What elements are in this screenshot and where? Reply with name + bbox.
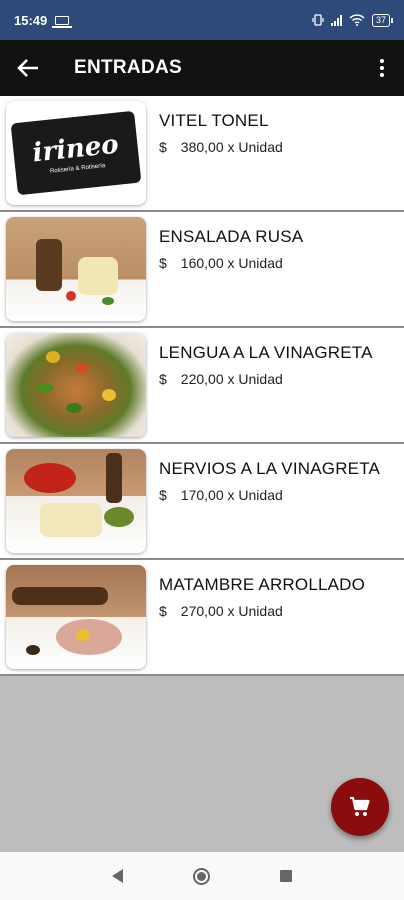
product-item[interactable]: ENSALADA RUSA $160,00 x Unidad xyxy=(0,212,404,328)
currency-symbol: $ xyxy=(159,603,167,619)
product-item[interactable]: MATAMBRE ARROLLADO $270,00 x Unidad xyxy=(0,560,404,676)
product-info: MATAMBRE ARROLLADO $270,00 x Unidad xyxy=(159,565,365,619)
logo-name: irineo xyxy=(31,129,121,169)
product-item[interactable]: LENGUA A LA VINAGRETA $220,00 x Unidad xyxy=(0,328,404,444)
overflow-menu-button[interactable] xyxy=(360,40,404,96)
status-time: 15:49 xyxy=(14,12,48,28)
product-name: MATAMBRE ARROLLADO xyxy=(159,575,366,594)
signal-icon xyxy=(330,14,342,26)
price-value: 270,00 x Unidad xyxy=(180,603,283,619)
battery-icon: 37 xyxy=(371,13,394,27)
currency-symbol: $ xyxy=(159,255,167,271)
app-bar: ENTRADAS xyxy=(0,40,404,96)
currency-symbol: $ xyxy=(159,371,167,387)
product-image-ensalada-rusa xyxy=(6,217,146,321)
system-nav-bar xyxy=(0,852,404,900)
product-price: $380,00 x Unidad xyxy=(159,139,283,155)
product-info: NERVIOS A LA VINAGRETA $170,00 x Unidad xyxy=(159,449,380,503)
product-image-irineo-logo: irineo Rotisería & Rotisería xyxy=(6,101,146,205)
product-price: $170,00 x Unidad xyxy=(159,487,380,503)
product-item[interactable]: irineo Rotisería & Rotisería VITEL TONEL… xyxy=(0,96,404,212)
nav-back-icon[interactable] xyxy=(112,869,123,883)
product-image-lengua xyxy=(6,333,146,437)
product-name: NERVIOS A LA VINAGRETA xyxy=(159,459,381,478)
price-value: 380,00 x Unidad xyxy=(180,139,283,155)
product-info: LENGUA A LA VINAGRETA $220,00 x Unidad xyxy=(159,333,373,387)
product-price: $220,00 x Unidad xyxy=(159,371,373,387)
price-value: 160,00 x Unidad xyxy=(180,255,283,271)
product-name: VITEL TONEL xyxy=(159,111,269,130)
product-item[interactable]: NERVIOS A LA VINAGRETA $170,00 x Unidad xyxy=(0,444,404,560)
product-image-matambre xyxy=(6,565,146,669)
product-info: VITEL TONEL $380,00 x Unidad xyxy=(159,101,283,155)
product-image-nervios xyxy=(6,449,146,553)
nav-home-icon[interactable] xyxy=(193,867,210,885)
vibrate-icon xyxy=(312,14,324,26)
irineo-logo: irineo Rotisería & Rotisería xyxy=(10,110,142,196)
currency-symbol: $ xyxy=(159,487,167,503)
laptop-icon xyxy=(52,15,73,28)
price-value: 170,00 x Unidad xyxy=(180,487,283,503)
more-vert-icon xyxy=(380,59,384,63)
price-value: 220,00 x Unidad xyxy=(180,371,283,387)
page-title: ENTRADAS xyxy=(74,57,182,78)
wifi-icon xyxy=(349,14,365,26)
product-info: ENSALADA RUSA $160,00 x Unidad xyxy=(159,217,303,271)
status-icons: 37 xyxy=(312,13,394,27)
cart-button[interactable] xyxy=(331,778,389,836)
product-price: $270,00 x Unidad xyxy=(159,603,365,619)
product-name: LENGUA A LA VINAGRETA xyxy=(159,343,373,362)
cart-icon xyxy=(350,796,370,816)
currency-symbol: $ xyxy=(159,139,167,155)
product-name: ENSALADA RUSA xyxy=(159,227,304,246)
nav-recents-icon[interactable] xyxy=(280,870,292,882)
product-price: $160,00 x Unidad xyxy=(159,255,303,271)
status-bar: 15:49 37 xyxy=(0,0,404,40)
arrow-left-icon xyxy=(17,59,38,77)
back-button[interactable] xyxy=(0,40,56,96)
product-list: irineo Rotisería & Rotisería VITEL TONEL… xyxy=(0,96,404,676)
